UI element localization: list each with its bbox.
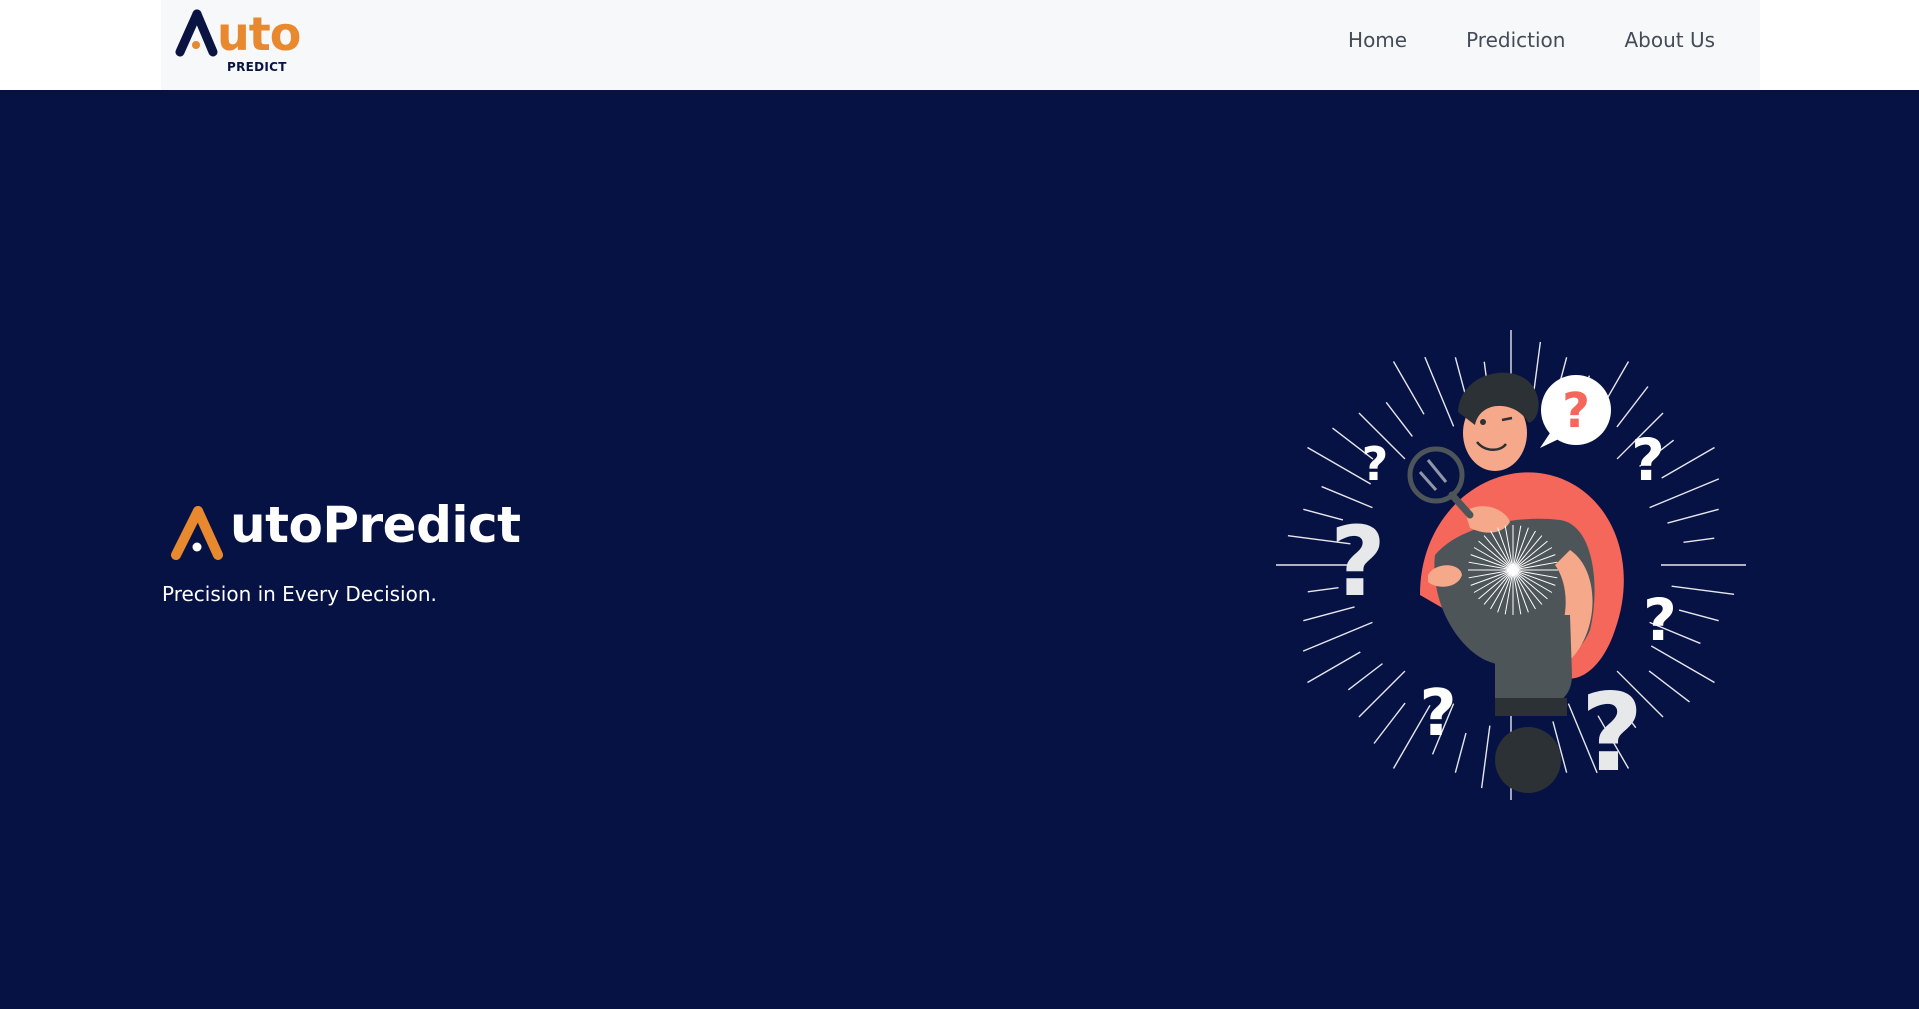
brand-logo[interactable]: uto PREDICT	[175, 6, 315, 78]
sunburst-ray	[1385, 401, 1413, 437]
svg-text:?: ?	[1419, 677, 1456, 751]
sunburst-ray	[1424, 356, 1455, 427]
nav-about-us[interactable]: About Us	[1624, 28, 1715, 52]
page: uto PREDICT Home Prediction About Us uto…	[0, 0, 1919, 1009]
main-nav: Home Prediction About Us	[1348, 0, 1715, 80]
brand-subtitle: PREDICT	[227, 60, 287, 74]
top-bar: uto PREDICT Home Prediction About Us	[0, 0, 1919, 90]
sunburst-ray	[1683, 537, 1715, 543]
hero-tagline: Precision in Every Decision.	[162, 582, 437, 606]
svg-text:?: ?	[1631, 426, 1665, 494]
navbar: uto PREDICT Home Prediction About Us	[161, 0, 1760, 90]
sunburst-ray	[1373, 702, 1406, 744]
sunburst-ray	[1671, 585, 1735, 596]
svg-text:?: ?	[1581, 671, 1644, 796]
sunburst-ray	[1616, 386, 1649, 428]
svg-text:?: ?	[1643, 586, 1677, 654]
sunburst-ray	[1358, 670, 1406, 718]
hero-a-mark-icon	[171, 506, 223, 560]
hero-logo: utoPredict	[168, 497, 521, 567]
nav-prediction[interactable]: Prediction	[1466, 28, 1565, 52]
svg-text:?: ?	[1562, 383, 1590, 439]
hero-title: utoPredict	[230, 496, 521, 554]
sunburst-ray	[1302, 621, 1373, 652]
svg-text:?: ?	[1330, 506, 1386, 618]
sunburst-ray	[1392, 361, 1425, 415]
sunburst-ray	[1454, 732, 1467, 773]
sunburst-ray	[1661, 446, 1715, 479]
question-man-illustration: ? ? ? ? ? ? ?	[1276, 330, 1746, 800]
svg-text:?: ?	[1362, 437, 1389, 491]
brand-word: uto	[217, 7, 301, 61]
sunburst-ray	[1667, 508, 1719, 524]
sunburst-ray	[1648, 670, 1690, 703]
nav-home[interactable]: Home	[1348, 28, 1407, 52]
sunburst-ray	[1307, 651, 1361, 684]
sunburst-ray	[1678, 609, 1719, 622]
sunburst-ray	[1480, 725, 1491, 789]
sunburst-ray	[1347, 663, 1383, 691]
